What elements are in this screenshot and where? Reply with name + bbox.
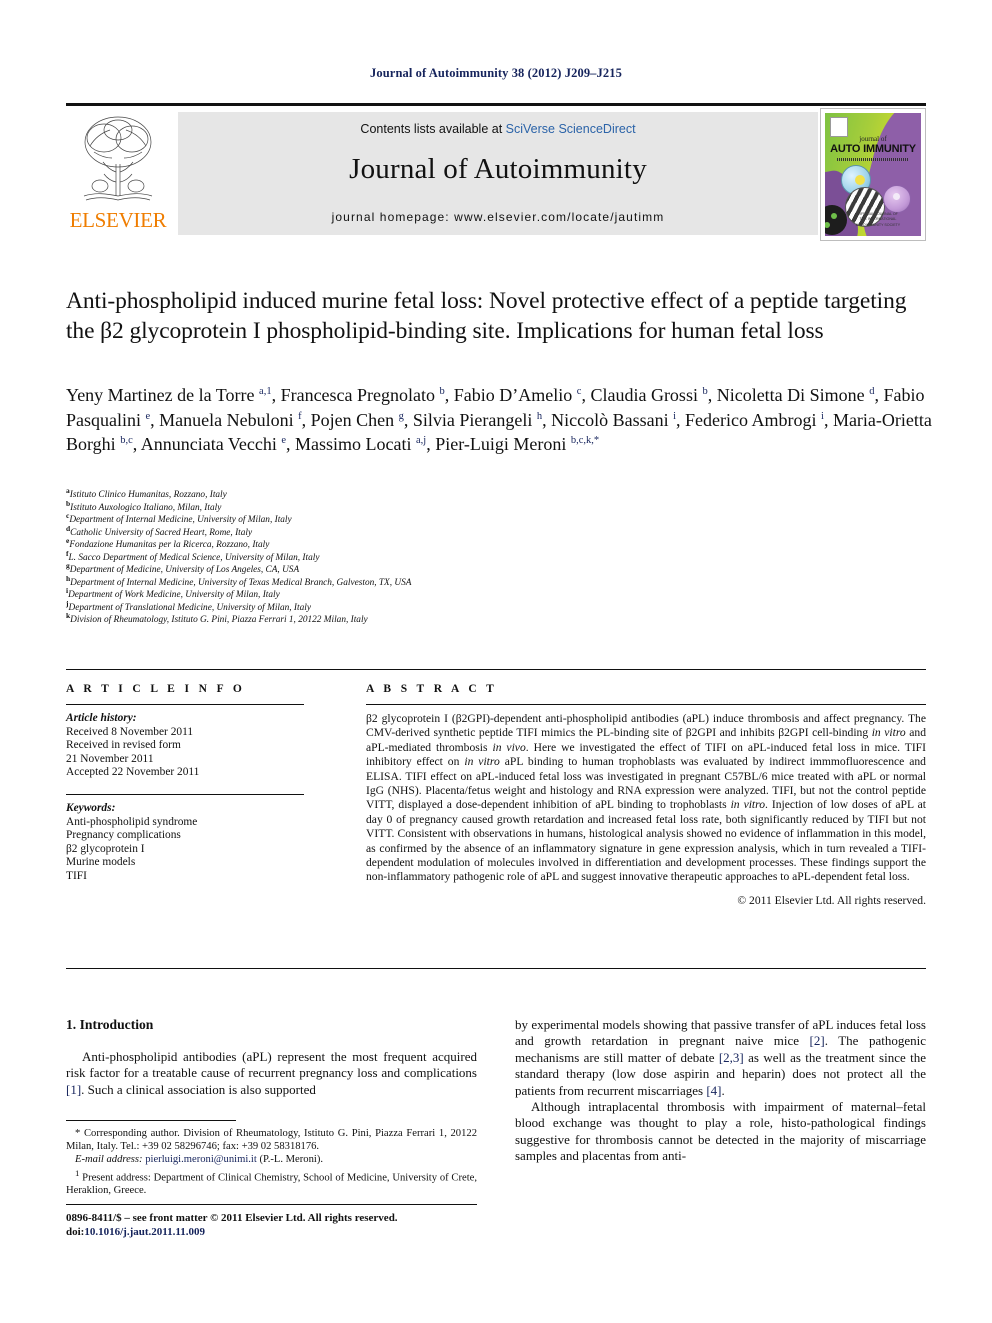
abstract-text: β2 glycoprotein I (β2GPI)-dependent anti… [366, 712, 926, 884]
article-history-label: Article history: [66, 712, 137, 724]
author-list: Yeny Martinez de la Torre a,1, Francesca… [66, 385, 932, 454]
affiliation-text: Department of Work Medicine, University … [68, 590, 280, 601]
masthead-center-band: Contents lists available at SciVerse Sci… [178, 112, 818, 235]
keyword-item: Pregnancy complications [66, 829, 181, 842]
cover-small-title: journal of [859, 135, 887, 143]
article-history-item: Accepted 22 November 2011 [66, 766, 200, 779]
keyword-item: Murine models [66, 856, 136, 869]
email-label: E-mail address: [75, 1153, 143, 1165]
introduction-heading: 1. Introduction [66, 1017, 154, 1032]
article-history-item: 21 November 2011 [66, 752, 154, 765]
affiliation-item: bIstituto Auxologico Italiano, Milan, It… [66, 499, 926, 515]
affiliation-item: iDepartment of Work Medicine, University… [66, 587, 926, 602]
abstract-heading: A B S T R A C T [366, 683, 498, 695]
body-paragraph-continued: by experimental models showing that pass… [515, 1017, 926, 1098]
issn-line: 0896-8411/$ – see front matter © 2011 El… [66, 1212, 398, 1224]
affiliation-item: hDepartment of Internal Medicine, Univer… [66, 574, 926, 590]
corresponding-author-note: * Corresponding author. Division of Rheu… [66, 1128, 477, 1152]
affiliation-item: cDepartment of Internal Medicine, Univer… [66, 512, 926, 527]
panel-bottom-rule [66, 968, 926, 969]
affiliation-item: kDivision of Rheumatology, Istituto G. P… [66, 612, 926, 627]
journal-cover-thumbnail[interactable]: journal of AUTO IMMUNITY OFFICIAL JOURNA… [820, 108, 926, 241]
abstract-copyright: © 2011 Elsevier Ltd. All rights reserved… [737, 893, 926, 907]
doi-line: doi:10.1016/j.jaut.2011.11.009 [66, 1226, 526, 1240]
article-info-heading: A R T I C L E I N F O [66, 683, 246, 695]
journal-title: Journal of Autoimmunity [349, 153, 647, 185]
affiliation-item: jDepartment of Translational Medicine, U… [66, 600, 926, 615]
affiliation-text: Fondazione Humanitas per la Ricerca, Roz… [69, 540, 270, 551]
article-info-rule [66, 704, 304, 705]
journal-masthead: ELSEVIER Contents lists available at Sci… [66, 103, 926, 241]
colophon-block: 0896-8411/$ – see front matter © 2011 El… [66, 1212, 526, 1239]
affiliation-text: Department of Medicine, University of Lo… [69, 565, 300, 576]
article-title: Anti-phospholipid induced murine fetal l… [66, 288, 907, 344]
abstract-section: A B S T R A C T β2 glycoprotein I (β2GPI… [366, 683, 926, 907]
article-history-block: Article history: Received 8 November 201… [66, 712, 326, 780]
introduction-paragraph: Anti-phospholipid antibodies (aPL) repre… [66, 1049, 477, 1097]
article-info-section: A R T I C L E I N F O Article history: R… [66, 683, 326, 884]
article-history-item: Received in revised form [66, 739, 181, 752]
affiliation-text: Istituto Clinico Humanitas, Rozzano, Ita… [69, 490, 227, 500]
affiliation-text: Catholic University of Sacred Heart, Rom… [70, 527, 253, 538]
keyword-item: β2 glycoprotein I [66, 842, 145, 855]
footnote-rule [66, 1120, 236, 1121]
affiliation-text: L. Sacco Department of Medical Science, … [68, 552, 320, 563]
affiliation-item: fL. Sacco Department of Medical Science,… [66, 549, 926, 565]
panel-top-rule [66, 669, 926, 670]
elsevier-tree-icon [83, 116, 153, 201]
cover-cell-purple-icon [883, 185, 911, 213]
email-note: E-mail address: pierluigi.meroni@unimi.i… [66, 1154, 477, 1167]
body-paragraph-second: Although intraplacental thrombosis with … [515, 1099, 926, 1164]
cover-rule [837, 158, 909, 161]
body-column-left: 1. Introduction Anti-phospholipid antibo… [66, 1017, 477, 1098]
body-column-right: by experimental models showing that pass… [515, 1017, 926, 1165]
affiliation-list: aIstituto Clinico Humanitas, Rozzano, It… [66, 487, 926, 627]
keywords-rule [66, 793, 304, 795]
affiliation-text: Istituto Auxologico Italiano, Milan, Ita… [70, 502, 222, 513]
affiliation-item: eFondazione Humanitas per la Ricerca, Ro… [66, 537, 926, 552]
affiliation-text: Department of Internal Medicine, Univers… [69, 515, 292, 526]
abstract-rule [366, 704, 926, 705]
keywords-block: Keywords: Anti-phospholipid syndrome Pre… [66, 802, 326, 884]
affiliation-text: Division of Rheumatology, Istituto G. Pi… [70, 615, 368, 626]
contents-prefix: Contents lists available at [360, 122, 506, 136]
cover-elsevier-mark-icon [830, 117, 848, 137]
journal-homepage-link[interactable]: journal homepage: www.elsevier.com/locat… [178, 210, 818, 224]
doi-link[interactable]: 10.1016/j.jaut.2011.11.009 [84, 1226, 205, 1238]
doi-prefix: doi: [66, 1225, 85, 1238]
article-history-item: Received 8 November 2011 [66, 725, 194, 738]
affiliation-text: Department of Internal Medicine, Univers… [70, 577, 412, 588]
keyword-item: Anti-phospholipid syndrome [66, 815, 198, 828]
present-address-note: 1 Present address: Department of Clinica… [66, 1167, 477, 1197]
sciencedirect-link[interactable]: SciVerse ScienceDirect [506, 122, 636, 136]
footnote-block: * Corresponding author. Division of Rheu… [66, 1128, 477, 1198]
cover-big-title: AUTO IMMUNITY [830, 143, 916, 155]
email-link[interactable]: pierluigi.meroni@unimi.it [145, 1154, 257, 1165]
contents-available-line: Contents lists available at SciVerse Sci… [178, 122, 818, 136]
running-head: Journal of Autoimmunity 38 (2012) J209–J… [370, 66, 622, 80]
journal-article-page: Journal of Autoimmunity 38 (2012) J209–J… [0, 0, 992, 1323]
affiliation-text: Department of Translational Medicine, Un… [68, 602, 311, 613]
keyword-item: TIFI [66, 869, 87, 882]
affiliation-item: dCatholic University of Sacred Heart, Ro… [66, 524, 926, 540]
affiliation-item: gDepartment of Medicine, University of L… [66, 562, 926, 577]
keywords-label: Keywords: [66, 801, 116, 814]
colophon-rule [66, 1204, 477, 1205]
journal-cover-artwork: journal of AUTO IMMUNITY OFFICIAL JOURNA… [825, 113, 921, 236]
affiliation-item: aIstituto Clinico Humanitas, Rozzano, It… [66, 487, 926, 502]
cover-footer-text: OFFICIAL JOURNAL OF THE INTERNATIONAL AU… [855, 211, 901, 227]
elsevier-logo: ELSEVIER [66, 112, 170, 235]
email-suffix: (P.-L. Meroni). [259, 1153, 324, 1165]
elsevier-wordmark: ELSEVIER [69, 208, 167, 232]
